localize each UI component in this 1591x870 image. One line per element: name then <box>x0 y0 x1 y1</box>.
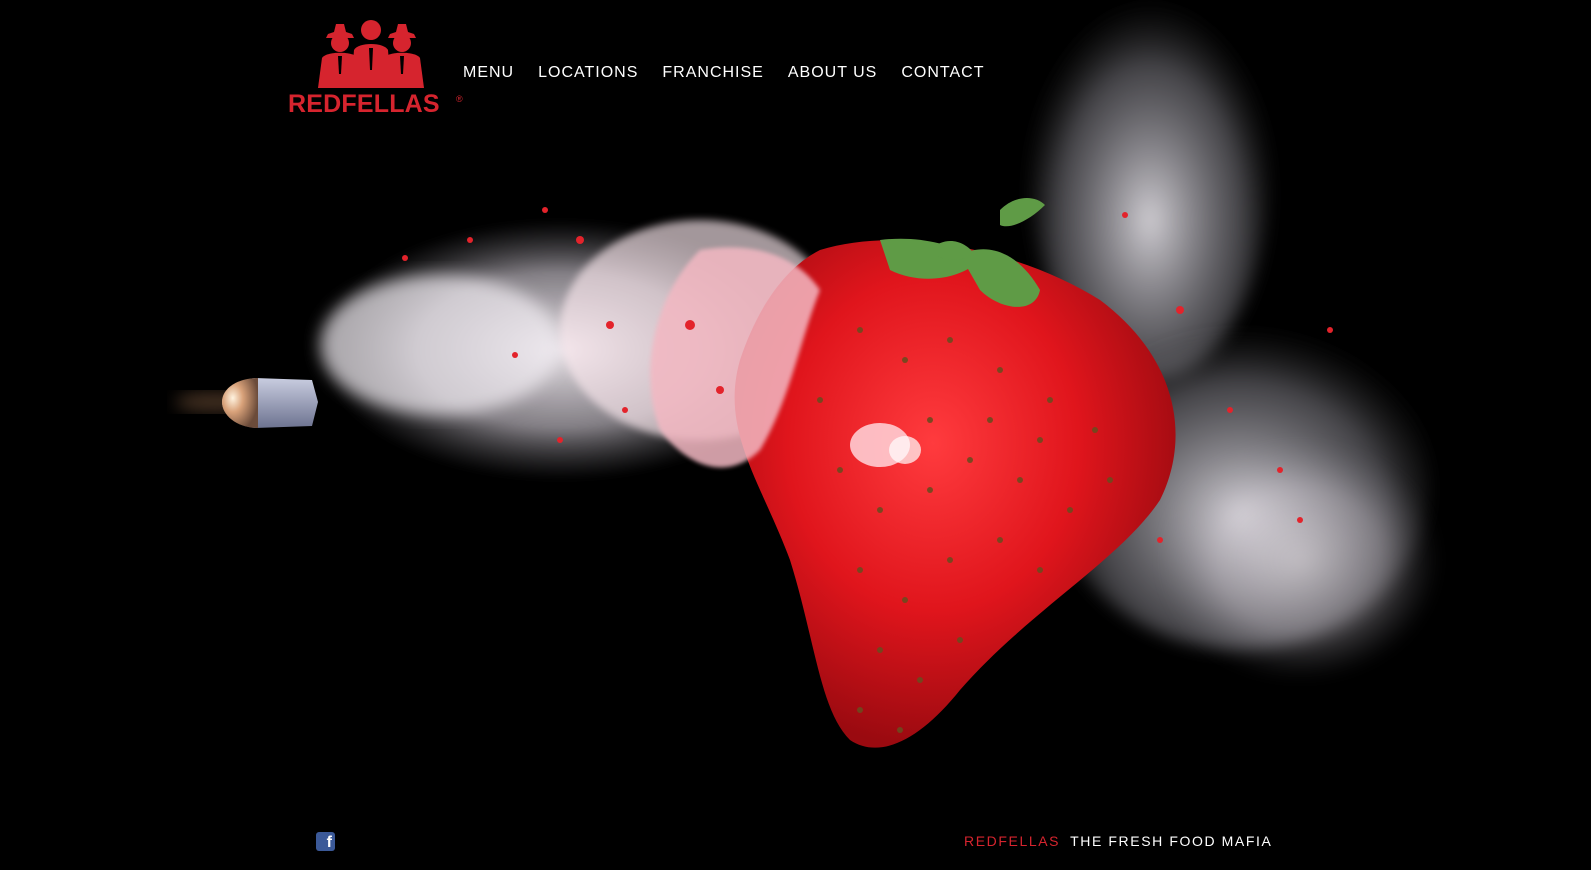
nav-item-locations[interactable]: LOCATIONS <box>538 63 638 83</box>
nav-item-contact[interactable]: CONTACT <box>901 63 984 83</box>
facebook-icon[interactable]: f <box>316 832 335 851</box>
three-gangsters-icon <box>318 20 424 88</box>
nav-item-about-us[interactable]: ABOUT US <box>788 63 878 83</box>
redfellas-logo[interactable]: REDFELLAS ® <box>288 18 463 123</box>
strawberry-explosion-illustration <box>175 0 1440 748</box>
nav-item-franchise[interactable]: FRANCHISE <box>662 63 763 83</box>
logo-wordmark: REDFELLAS <box>288 90 440 118</box>
hero-image <box>0 0 1591 870</box>
facebook-glyph: f <box>326 834 332 851</box>
registered-mark: ® <box>456 94 463 104</box>
tagline-brand: REDFELLAS <box>964 833 1061 849</box>
tagline-slogan: THE FRESH FOOD MAFIA <box>1070 833 1273 849</box>
nav-item-menu[interactable]: MENU <box>463 63 514 83</box>
footer-tagline: REDFELLAS THE FRESH FOOD MAFIA <box>964 833 1272 849</box>
main-nav: MENU LOCATIONS FRANCHISE ABOUT US CONTAC… <box>463 63 1008 83</box>
